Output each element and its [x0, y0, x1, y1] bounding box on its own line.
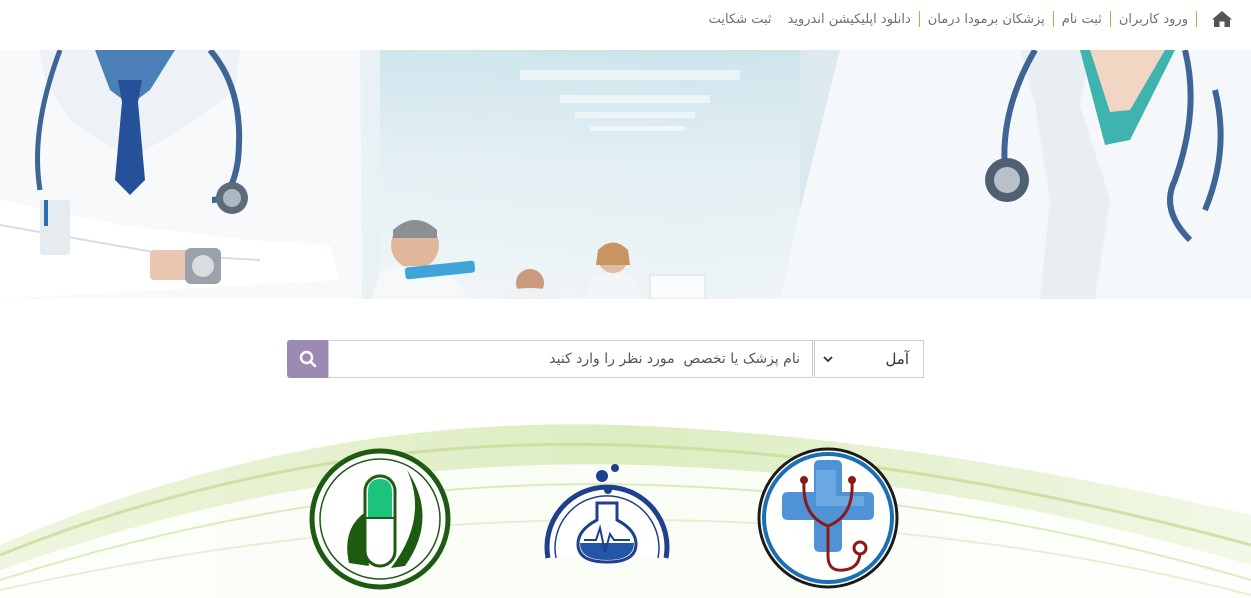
nav-login-link[interactable]: ورود کاربران [1119, 12, 1188, 27]
medical-cross-stethoscope-icon[interactable] [756, 446, 900, 590]
nav-android-app-link[interactable]: دانلود اپلیکیشن اندروید [788, 12, 911, 27]
city-select-value: آمل [885, 350, 909, 368]
nav-separator [1196, 11, 1197, 27]
search-icon [299, 350, 316, 368]
city-select[interactable]: آمل [814, 340, 924, 378]
nav-separator [918, 11, 920, 27]
top-navbar: ورود کاربران ثبت نام پزشکان برمودا درمان… [0, 0, 1251, 46]
nav-doctors-link[interactable]: پزشکان برمودا درمان [928, 12, 1045, 27]
search-button[interactable] [287, 340, 328, 378]
search-input[interactable] [328, 340, 813, 378]
nav-register-link[interactable]: ثبت نام [1062, 12, 1102, 27]
search-bar: آمل [287, 340, 924, 378]
nav-separator [1109, 11, 1111, 27]
doctors-illustration [0, 50, 1251, 299]
hero-banner [0, 50, 1251, 299]
nav-complaint-link[interactable]: ثبت شکایت [709, 12, 772, 27]
lab-flask-icon[interactable] [540, 448, 674, 566]
chevron-down-icon [823, 356, 833, 363]
nav-separator [1052, 11, 1054, 27]
features-section [0, 395, 1251, 598]
herbal-capsule-icon[interactable] [309, 448, 451, 590]
nav-list: ورود کاربران ثبت نام پزشکان برمودا درمان… [709, 10, 1233, 28]
home-icon[interactable] [1211, 10, 1233, 28]
